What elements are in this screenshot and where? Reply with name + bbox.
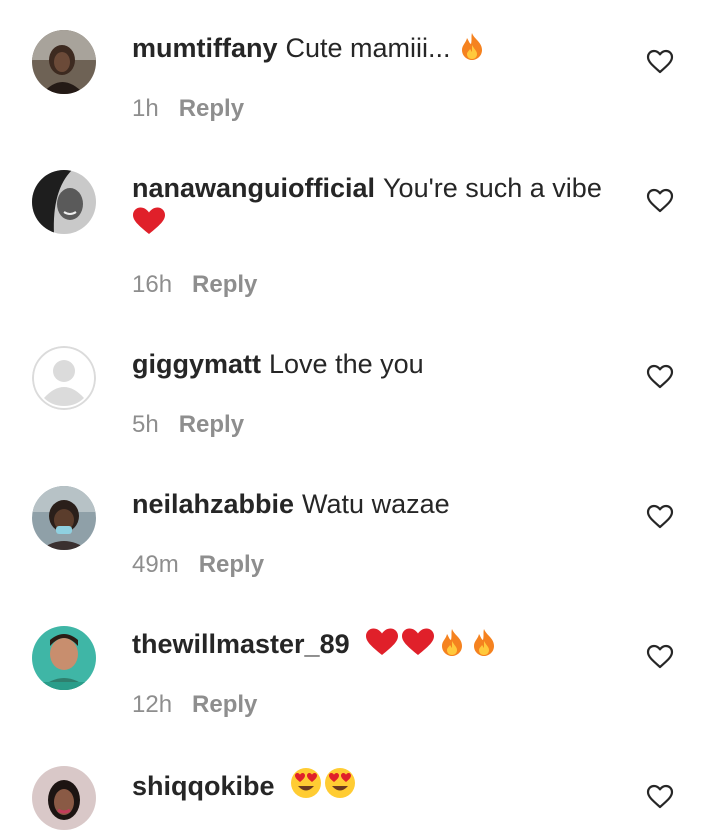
heart-eyes-emoji-icon	[325, 768, 356, 798]
user-photo-avatar-icon	[32, 766, 96, 830]
comment-username[interactable]: thewillmaster_89	[132, 629, 350, 659]
comment-body: neilahzabbie Watu wazae	[132, 487, 622, 522]
comment-username[interactable]: nanawanguiofficial	[132, 173, 375, 203]
comment-time: 5h	[132, 411, 159, 438]
comment-username[interactable]: neilahzabbie	[132, 489, 294, 519]
comment-body: thewillmaster_89	[132, 627, 622, 662]
avatar[interactable]	[32, 30, 96, 94]
comment-item: nanawanguiofficial You're such a vibe 16h…	[0, 170, 720, 310]
comment-username[interactable]: giggymatt	[132, 349, 261, 379]
comment-body: shiqqokibe	[132, 767, 622, 804]
user-photo-avatar-icon	[32, 170, 96, 234]
heart-outline-icon[interactable]	[646, 643, 674, 671]
comment-meta: 1h Reply	[132, 94, 244, 124]
reply-button[interactable]: Reply	[192, 271, 257, 298]
comment-username[interactable]: mumtiffany	[132, 33, 278, 63]
comment-time: 1h	[132, 95, 159, 122]
comment-time: 12h	[132, 691, 173, 718]
comment-text: Watu wazae	[302, 489, 450, 519]
comment-text: Cute mamiii...	[285, 33, 451, 63]
user-photo-avatar-icon	[32, 486, 96, 550]
user-photo-avatar-icon	[32, 30, 96, 94]
fire-emoji-icon	[442, 629, 463, 656]
comment-item: neilahzabbie Watu wazae 49m Reply	[0, 486, 720, 606]
comment-meta: 49m Reply	[132, 550, 264, 580]
heart-outline-icon[interactable]	[646, 187, 674, 215]
comment-item: thewillmaster_89 12h Reply	[0, 626, 720, 746]
fire-emoji-icon	[474, 629, 495, 656]
avatar[interactable]	[32, 170, 96, 234]
avatar[interactable]	[32, 626, 96, 690]
heart-eyes-emoji-icon	[291, 768, 322, 798]
heart-outline-icon[interactable]	[646, 48, 674, 76]
comment-item: mumtiffany Cute mamiii... 1h Reply	[0, 30, 720, 150]
comment-text: You're such a vibe	[383, 173, 602, 203]
comment-item: giggymatt Love the you 5h Reply	[0, 346, 720, 466]
comments-list: mumtiffany Cute mamiii... 1h Reply nanawan…	[0, 0, 720, 830]
red-heart-emoji-icon	[133, 207, 165, 234]
comment-text: Love the you	[269, 349, 424, 379]
user-photo-avatar-icon	[32, 626, 96, 690]
comment-meta: 12h Reply	[132, 690, 257, 720]
avatar[interactable]	[32, 346, 96, 410]
comment-username[interactable]: shiqqokibe	[132, 771, 275, 801]
comment-meta: 16h Reply	[132, 270, 257, 300]
comment-meta: 5h Reply	[132, 410, 244, 440]
reply-button[interactable]: Reply	[179, 411, 244, 438]
avatar[interactable]	[32, 486, 96, 550]
fire-emoji-icon	[462, 33, 483, 60]
reply-button[interactable]: Reply	[199, 551, 264, 578]
comment-body: mumtiffany Cute mamiii...	[132, 31, 622, 66]
comment-item: shiqqokibe	[0, 766, 720, 830]
heart-outline-icon[interactable]	[646, 783, 674, 811]
heart-outline-icon[interactable]	[646, 363, 674, 391]
comment-time: 49m	[132, 551, 179, 578]
heart-outline-icon[interactable]	[646, 503, 674, 531]
comment-body: nanawanguiofficial You're such a vibe	[132, 171, 622, 241]
default-profile-avatar-icon	[32, 346, 96, 410]
comment-time: 16h	[132, 271, 173, 298]
avatar[interactable]	[32, 766, 96, 830]
comment-body: giggymatt Love the you	[132, 347, 622, 382]
reply-button[interactable]: Reply	[179, 95, 244, 122]
reply-button[interactable]: Reply	[192, 691, 257, 718]
red-heart-emoji-icon	[402, 628, 435, 655]
red-heart-emoji-icon	[366, 628, 399, 655]
